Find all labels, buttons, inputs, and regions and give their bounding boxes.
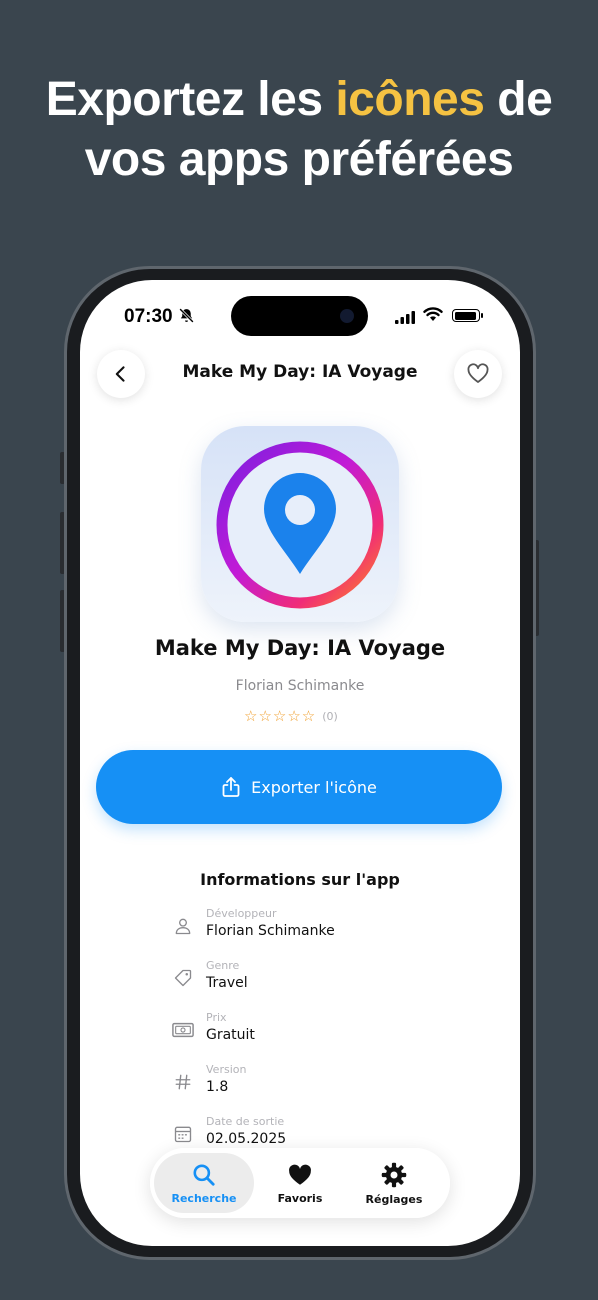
status-bar: 07:30: [80, 280, 520, 352]
tab-favorites[interactable]: Favoris: [250, 1153, 350, 1213]
back-button[interactable]: [97, 350, 145, 398]
tab-label: Favoris: [277, 1191, 323, 1205]
bell-slash-icon: [178, 307, 195, 328]
wifi-icon: [423, 307, 443, 326]
headline-line-2: vos apps préférées: [84, 133, 514, 186]
info-row-price: Prix Gratuit: [172, 1011, 466, 1051]
info-label: Prix: [206, 1011, 227, 1024]
info-label: Genre: [206, 959, 240, 972]
info-row-genre: Genre Travel: [174, 959, 466, 999]
tab-search[interactable]: Recherche: [154, 1153, 254, 1213]
headline-text: de: [484, 73, 553, 126]
tab-settings[interactable]: Réglages: [344, 1153, 444, 1213]
battery-fill: [454, 311, 476, 320]
tab-bar: Recherche Favoris Réglages: [150, 1148, 450, 1218]
tab-label: Recherche: [171, 1191, 237, 1205]
rating-count: (0): [322, 709, 338, 723]
camera-dot: [340, 309, 354, 323]
export-icon-button[interactable]: Exporter l'icône: [96, 750, 502, 824]
heart-outline-icon: [467, 363, 489, 383]
info-row-developer: Développeur Florian Schimanke: [175, 907, 466, 947]
info-row-version: Version 1.8: [175, 1063, 466, 1103]
person-icon: [172, 915, 194, 937]
nav-title: Make My Day: IA Voyage: [182, 362, 418, 382]
info-label: Date de sortie: [206, 1115, 285, 1128]
info-section-title: Informations sur l'app: [200, 870, 400, 889]
battery-cap: [481, 313, 483, 318]
headline-accent: icônes: [335, 73, 485, 126]
export-button-label: Exporter l'icône: [251, 777, 377, 797]
rating-stars: ☆☆☆☆☆: [244, 707, 317, 725]
promo-headline: Exportez les icônes de vos apps préférée…: [0, 70, 598, 190]
headline-line-1: Exportez les icônes de: [0, 70, 598, 130]
info-value: 1.8: [206, 1079, 229, 1095]
dynamic-island: [231, 296, 368, 336]
info-value: 02.05.2025: [206, 1131, 287, 1147]
favorite-button[interactable]: [454, 350, 502, 398]
app-developer: Florian Schimanke: [235, 678, 365, 694]
tag-icon: [172, 967, 194, 989]
status-time: 07:30: [124, 306, 173, 327]
info-value: Travel: [206, 975, 248, 991]
app-icon: [201, 426, 399, 622]
banknote-icon: [172, 1019, 194, 1041]
signal-icon: [395, 309, 415, 328]
headline-text: Exportez les: [45, 73, 336, 126]
share-icon: [221, 776, 241, 798]
number-icon: [172, 1071, 194, 1093]
calendar-icon: [172, 1123, 194, 1145]
search-icon: [193, 1163, 215, 1186]
info-label: Version: [206, 1063, 247, 1076]
info-value: Florian Schimanke: [206, 923, 335, 939]
heart-filled-icon: [289, 1164, 311, 1185]
gear-icon: [381, 1162, 407, 1187]
app-name: Make My Day: IA Voyage: [154, 636, 446, 660]
chevron-left-icon: [115, 366, 125, 382]
phone-screen: 07:30 Make My Day: IA Voyage Make My Day…: [80, 280, 520, 1246]
info-value: Gratuit: [206, 1027, 255, 1043]
tab-label: Réglages: [365, 1192, 423, 1206]
battery-icon: [452, 309, 483, 322]
info-label: Développeur: [206, 907, 277, 920]
app-rating: ☆☆☆☆☆ (0): [244, 707, 338, 725]
